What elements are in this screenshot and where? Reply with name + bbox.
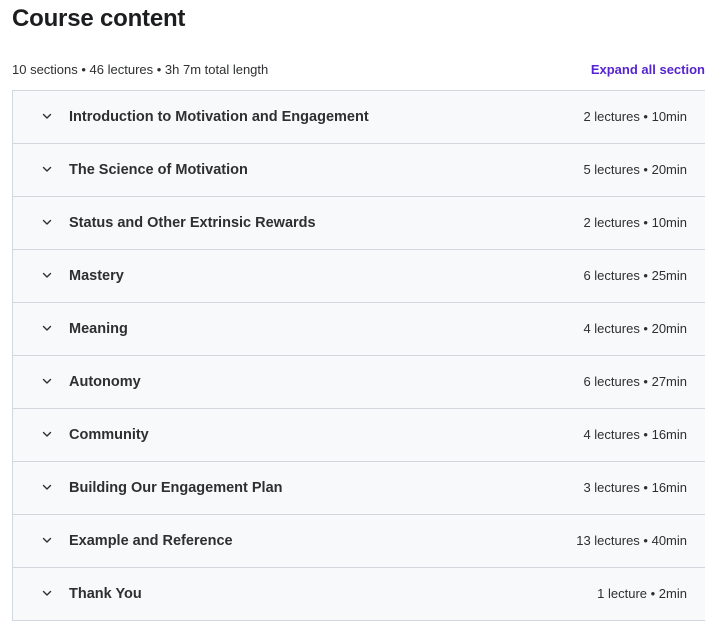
section-title: Autonomy — [69, 374, 141, 390]
chevron-down-icon — [42, 219, 52, 225]
section-title: Status and Other Extrinsic Rewards — [69, 215, 316, 231]
chevron-down-icon — [42, 113, 52, 119]
curriculum-section-list: Introduction to Motivation and Engagemen… — [12, 90, 705, 621]
section-content-info: 2 lectures • 10min — [583, 109, 687, 124]
page-title: Course content — [12, 5, 186, 32]
chevron-down-icon — [42, 272, 52, 278]
curriculum-section[interactable]: The Science of Motivation 5 lectures • 2… — [13, 144, 705, 197]
section-title: Example and Reference — [69, 533, 233, 549]
chevron-down-icon — [42, 590, 52, 596]
curriculum-section[interactable]: Introduction to Motivation and Engagemen… — [13, 91, 705, 144]
section-content-info: 6 lectures • 27min — [583, 374, 687, 389]
section-title: The Science of Motivation — [69, 162, 248, 178]
curriculum-section[interactable]: Autonomy 6 lectures • 27min — [13, 356, 705, 409]
curriculum-section[interactable]: Building Our Engagement Plan 3 lectures … — [13, 462, 705, 515]
section-title: Introduction to Motivation and Engagemen… — [69, 109, 369, 125]
curriculum-section[interactable]: Meaning 4 lectures • 20min — [13, 303, 705, 356]
section-content-info: 3 lectures • 16min — [583, 480, 687, 495]
course-summary-text: 10 sections • 46 lectures • 3h 7m total … — [12, 62, 269, 77]
section-content-info: 6 lectures • 25min — [583, 268, 687, 283]
curriculum-section[interactable]: Thank You 1 lecture • 2min — [13, 568, 705, 621]
section-content-info: 4 lectures • 20min — [583, 321, 687, 336]
section-content-info: 2 lectures • 10min — [583, 215, 687, 230]
section-title: Mastery — [69, 268, 124, 284]
course-summary-row: 10 sections • 46 lectures • 3h 7m total … — [12, 60, 705, 80]
chevron-down-icon — [42, 537, 52, 543]
curriculum-section[interactable]: Community 4 lectures • 16min — [13, 409, 705, 462]
curriculum-section[interactable]: Status and Other Extrinsic Rewards 2 lec… — [13, 197, 705, 250]
chevron-down-icon — [42, 431, 52, 437]
section-title: Community — [69, 427, 149, 443]
section-content-info: 4 lectures • 16min — [583, 427, 687, 442]
section-title: Building Our Engagement Plan — [69, 480, 283, 496]
section-title: Thank You — [69, 586, 142, 602]
chevron-down-icon — [42, 325, 52, 331]
section-content-info: 13 lectures • 40min — [576, 533, 687, 548]
section-content-info: 5 lectures • 20min — [583, 162, 687, 177]
chevron-down-icon — [42, 166, 52, 172]
chevron-down-icon — [42, 378, 52, 384]
section-content-info: 1 lecture • 2min — [597, 586, 687, 601]
curriculum-section[interactable]: Mastery 6 lectures • 25min — [13, 250, 705, 303]
chevron-down-icon — [42, 484, 52, 490]
curriculum-section[interactable]: Example and Reference 13 lectures • 40mi… — [13, 515, 705, 568]
expand-all-sections-button[interactable]: Expand all section — [591, 60, 705, 80]
section-title: Meaning — [69, 321, 128, 337]
